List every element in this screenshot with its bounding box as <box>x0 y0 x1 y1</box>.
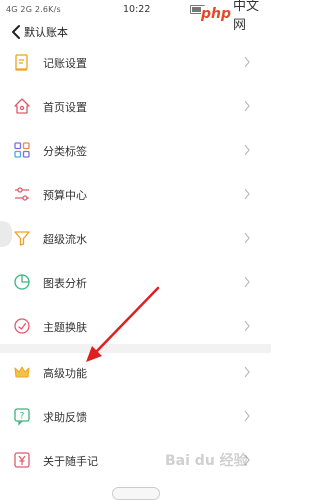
baidu-watermark: Bai du 经验 <box>165 453 248 469</box>
home-button[interactable] <box>112 487 160 500</box>
annotation-arrow <box>86 286 160 362</box>
